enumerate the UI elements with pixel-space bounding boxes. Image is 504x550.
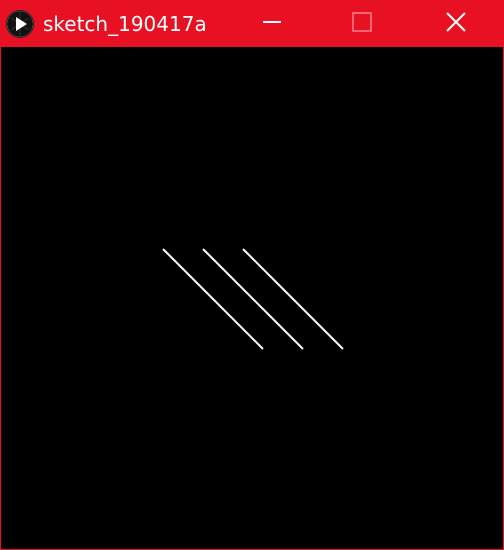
window-title: sketch_190417a — [43, 12, 207, 36]
minimize-button[interactable] — [249, 1, 295, 47]
maximize-button[interactable] — [339, 1, 385, 47]
minimize-icon — [262, 12, 282, 37]
diagonal-line-3 — [242, 248, 344, 350]
sketch-drawing — [162, 248, 344, 350]
diagonal-line-2 — [202, 248, 304, 350]
close-icon — [445, 11, 467, 38]
maximize-icon — [352, 11, 372, 37]
sketch-canvas[interactable] — [1, 47, 503, 549]
close-button[interactable] — [433, 1, 479, 47]
processing-play-icon[interactable] — [5, 9, 35, 39]
diagonal-line-1 — [162, 248, 264, 350]
title-bar[interactable]: sketch_190417a — [1, 1, 503, 47]
sketch-window: sketch_190417a — [0, 0, 504, 550]
